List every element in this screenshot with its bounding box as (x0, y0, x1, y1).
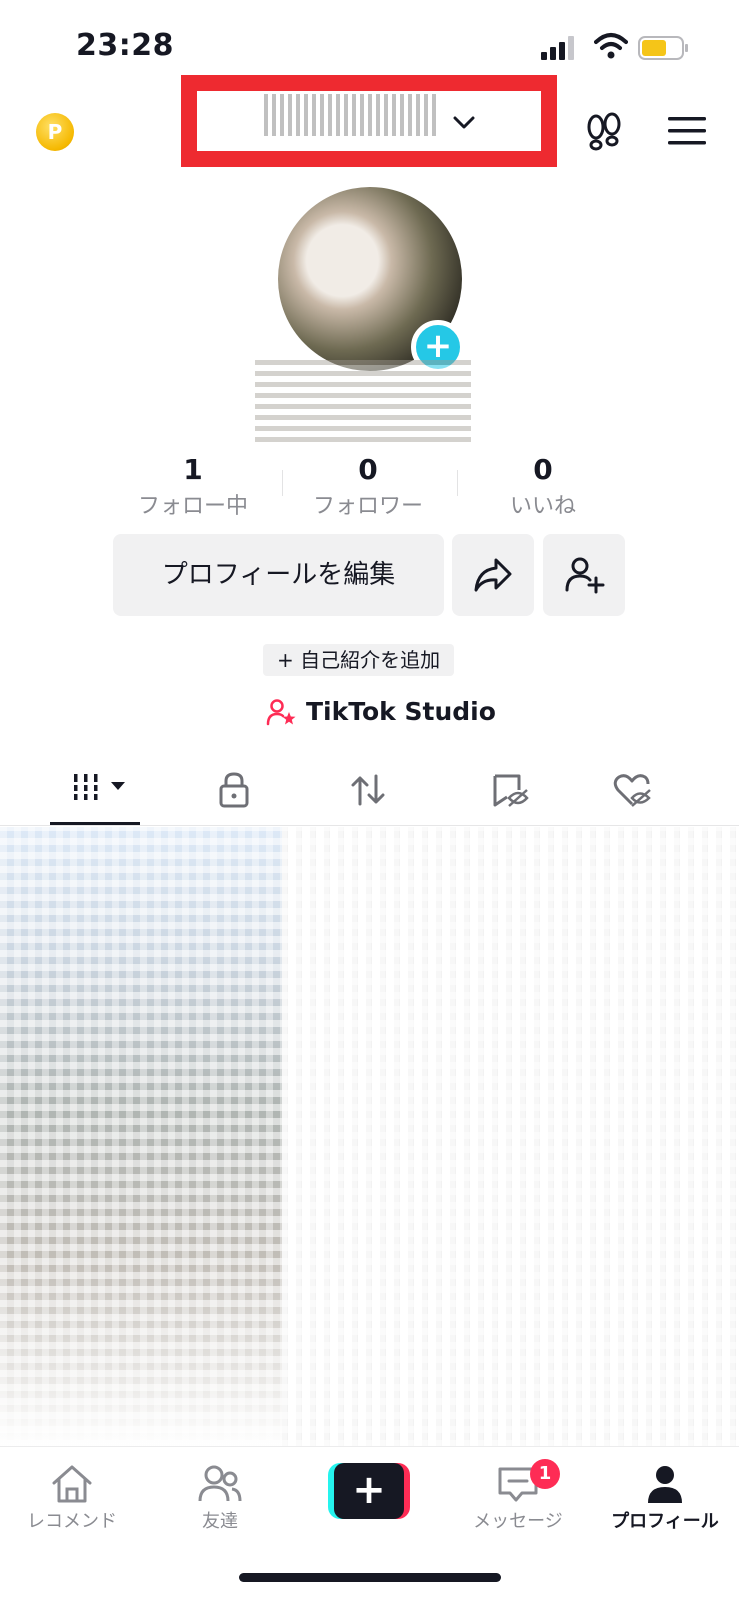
tab-private[interactable] (162, 760, 308, 826)
tab-liked[interactable] (596, 760, 739, 826)
tab-favorites[interactable] (452, 760, 598, 826)
profile-icon (648, 1466, 682, 1503)
nav-friends[interactable]: 友達 (150, 1457, 290, 1547)
footprint-icon[interactable] (583, 112, 625, 152)
stat-likes-count: 0 (533, 453, 553, 486)
tab-reposts[interactable] (308, 760, 454, 826)
stat-followers[interactable]: 0 フォロワー (283, 452, 453, 524)
nav-home-label: レコメンド (27, 1511, 117, 1532)
home-indicator (239, 1573, 501, 1582)
tab-videos[interactable] (24, 760, 170, 826)
wifi-icon (594, 33, 628, 59)
status-time: 23:28 (76, 28, 174, 63)
friends-icon (198, 1465, 242, 1502)
create-plus-icon: + (334, 1463, 404, 1519)
active-tab-indicator (50, 822, 140, 825)
tiktok-studio-label: TikTok Studio (306, 697, 496, 726)
username-highlight-box (181, 75, 557, 167)
grid-videos-icon (71, 774, 101, 800)
caret-down-icon (111, 782, 125, 790)
stat-following[interactable]: 1 フォロー中 (108, 452, 278, 524)
nav-messages-label: メッセージ (473, 1511, 563, 1532)
redaction-pattern (0, 827, 739, 1447)
nav-messages[interactable]: 1 メッセージ (448, 1457, 588, 1547)
video-grid (0, 827, 739, 1447)
edit-profile-button[interactable]: プロフィールを編集 (113, 534, 444, 616)
coin-icon[interactable]: P (36, 113, 74, 151)
nav-profile[interactable]: プロフィール (595, 1457, 735, 1547)
home-icon (52, 1465, 92, 1503)
stat-following-count: 1 (183, 453, 203, 486)
share-icon (474, 558, 512, 592)
nav-profile-label: プロフィール (611, 1511, 719, 1532)
nav-friends-label: 友達 (202, 1511, 238, 1532)
add-friend-button[interactable] (543, 534, 625, 616)
hamburger-menu-icon[interactable] (668, 116, 706, 146)
repost-icon (351, 774, 385, 806)
add-user-icon (565, 557, 605, 594)
saved-hidden-icon (493, 774, 529, 807)
share-profile-button[interactable] (452, 534, 534, 616)
content-tabs (0, 760, 739, 826)
stat-likes[interactable]: 0 いいね (458, 452, 628, 524)
creator-star-icon (266, 699, 296, 726)
stat-followers-label: フォロワー (312, 494, 423, 519)
cellular-signal-icon (541, 36, 574, 60)
add-bio-button[interactable]: + 自己紹介を追加 (263, 644, 455, 676)
battery-icon (638, 36, 688, 60)
liked-hidden-icon (613, 774, 651, 807)
stat-following-label: フォロー中 (137, 494, 248, 519)
create-button[interactable]: + (328, 1463, 410, 1519)
lock-icon (219, 772, 249, 808)
message-badge: 1 (530, 1459, 560, 1489)
display-name-redacted (255, 360, 471, 442)
stat-likes-label: いいね (509, 494, 576, 519)
stat-followers-count: 0 (358, 453, 378, 486)
nav-home[interactable]: レコメンド (2, 1457, 142, 1547)
